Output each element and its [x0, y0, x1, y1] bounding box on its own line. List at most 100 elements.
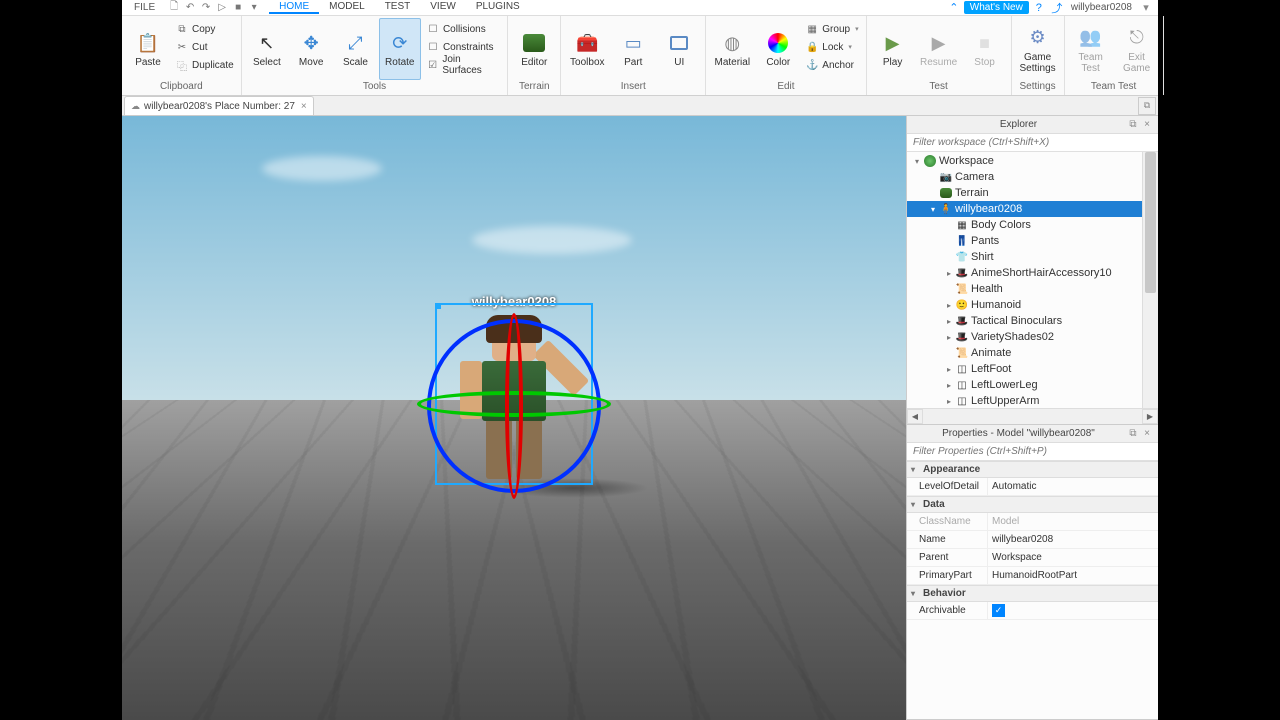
document-tab[interactable]: ☁ willybear0208's Place Number: 27 × [124, 96, 314, 115]
group-edit-label: Edit [710, 81, 861, 93]
tree-label: Health [971, 283, 1003, 295]
group-teamtest-label: Team Test [1069, 81, 1159, 93]
color-button[interactable]: Color [756, 18, 800, 80]
property-section-header[interactable]: ▾Behavior [907, 585, 1158, 602]
qat-more-icon[interactable]: ▾ [247, 1, 261, 15]
tree-row[interactable]: 📜Animate [907, 345, 1158, 361]
tab-model[interactable]: MODEL [319, 1, 375, 14]
run-icon[interactable]: ▷ [215, 1, 229, 15]
maximize-viewport-icon[interactable]: ⧉ [1138, 97, 1156, 115]
help-icon[interactable]: ? [1031, 0, 1047, 16]
explorer-close-icon[interactable]: × [1140, 118, 1154, 132]
tree-row[interactable]: Terrain [907, 185, 1158, 201]
property-section-header[interactable]: ▾Data [907, 496, 1158, 513]
tree-row[interactable]: 📜Health [907, 281, 1158, 297]
share-icon[interactable]: ⤴ [1049, 0, 1065, 16]
tree-row[interactable]: ▸◫LeftLowerLeg [907, 377, 1158, 393]
explorer-tree[interactable]: ▾Workspace📷CameraTerrain▾🧍willybear0208▦… [907, 152, 1158, 408]
property-row[interactable]: ClassNameModel [907, 513, 1158, 531]
collapse-ribbon-icon[interactable]: ⌃ [946, 0, 962, 16]
team-test-button[interactable]: 👥Team Test [1069, 18, 1113, 80]
lock-button[interactable]: 🔒Lock▾ [802, 38, 861, 56]
tree-row[interactable]: ▾🧍willybear0208 [907, 201, 1158, 217]
ribbon-tabs: HOME MODEL TEST VIEW PLUGINS [269, 1, 530, 14]
properties-close-icon[interactable]: × [1140, 427, 1154, 441]
property-row[interactable]: PrimaryPartHumanoidRootPart [907, 567, 1158, 585]
rotate-button[interactable]: ⟳Rotate [379, 18, 421, 80]
resume-button[interactable]: ▶Resume [917, 18, 961, 80]
user-label[interactable]: willybear0208 [1067, 2, 1136, 13]
undo-icon[interactable]: ↶ [183, 1, 197, 15]
play-button[interactable]: ▶Play [871, 18, 915, 80]
material-button[interactable]: ◍Material [710, 18, 754, 80]
explorer-undock-icon[interactable]: ⧉ [1126, 118, 1140, 132]
select-button[interactable]: ↖Select [246, 18, 288, 80]
property-row[interactable]: LevelOfDetailAutomatic [907, 478, 1158, 496]
collisions-toggle[interactable]: ☐Collisions [423, 20, 503, 38]
tree-row[interactable]: ▸🎩AnimeShortHairAccessory10 [907, 265, 1158, 281]
properties-undock-icon[interactable]: ⧉ [1126, 427, 1140, 441]
tree-row[interactable]: ▦Body Colors [907, 217, 1158, 233]
move-button[interactable]: ✥Move [290, 18, 332, 80]
menubar: FILE 🗋 ↶ ↷ ▷ ■ ▾ HOME MODEL TEST VIEW PL… [122, 0, 1158, 16]
explorer-hscroll[interactable]: ◀▶ [907, 408, 1158, 424]
group-insert-label: Insert [565, 81, 701, 93]
properties-grid[interactable]: ▾AppearanceLevelOfDetailAutomatic▾DataCl… [907, 461, 1158, 719]
tree-row[interactable]: ▾Workspace [907, 153, 1158, 169]
scale-button[interactable]: ⤢Scale [334, 18, 376, 80]
property-row[interactable]: ParentWorkspace [907, 549, 1158, 567]
viewport-3d[interactable]: willybear0208 [122, 116, 906, 720]
cut-button[interactable]: ✂Cut [172, 38, 237, 56]
join-surfaces-toggle[interactable]: ☑Join Surfaces [423, 56, 503, 74]
document-tabs: ☁ willybear0208's Place Number: 27 × ⧉ [122, 96, 1158, 116]
duplicate-button[interactable]: ⿻Duplicate [172, 56, 237, 74]
paste-button[interactable]: 📋Paste [126, 18, 170, 80]
ui-button[interactable]: UI [657, 18, 701, 80]
stop-icon[interactable]: ■ [231, 1, 245, 15]
property-row[interactable]: Namewillybear0208 [907, 531, 1158, 549]
whats-new-button[interactable]: What's New [964, 1, 1029, 14]
tree-row[interactable]: 📷Camera [907, 169, 1158, 185]
property-section-header[interactable]: ▾Appearance [907, 461, 1158, 478]
explorer-filter-input[interactable] [907, 134, 1158, 152]
group-test-label: Test [871, 81, 1007, 93]
tree-label: VarietyShades02 [971, 331, 1054, 343]
properties-filter-input[interactable] [907, 443, 1158, 461]
toolbox-button[interactable]: 🧰Toolbox [565, 18, 609, 80]
rotate-gizmo[interactable] [427, 319, 601, 493]
tab-view[interactable]: VIEW [420, 1, 466, 14]
close-tab-icon[interactable]: × [301, 101, 307, 112]
stop-button[interactable]: ■Stop [963, 18, 1007, 80]
tree-icon: ◫ [955, 394, 969, 408]
explorer-title: Explorer [911, 119, 1126, 130]
anchor-button[interactable]: ⚓Anchor [802, 56, 861, 74]
tree-icon: 📜 [955, 282, 969, 296]
tab-plugins[interactable]: PLUGINS [466, 1, 530, 14]
game-settings-button[interactable]: ⚙Game Settings [1016, 18, 1060, 80]
tree-label: Workspace [939, 155, 994, 167]
property-row[interactable]: Archivable✓ [907, 602, 1158, 620]
explorer-scrollbar[interactable] [1142, 152, 1158, 408]
group-button[interactable]: ▦Group▾ [802, 20, 861, 38]
part-button[interactable]: ▭Part [611, 18, 655, 80]
tree-icon: ▦ [955, 218, 969, 232]
tree-row[interactable]: ▸🎩Tactical Binoculars [907, 313, 1158, 329]
tree-row[interactable]: ▸◫LeftFoot [907, 361, 1158, 377]
checkbox-icon[interactable]: ✓ [992, 604, 1005, 617]
tab-test[interactable]: TEST [375, 1, 421, 14]
terrain-editor-button[interactable]: Editor [512, 18, 556, 80]
tab-home[interactable]: HOME [269, 1, 319, 14]
tree-row[interactable]: 👕Shirt [907, 249, 1158, 265]
tree-row[interactable]: ▸🙂Humanoid [907, 297, 1158, 313]
tree-row[interactable]: ▸◫LeftUpperArm [907, 393, 1158, 408]
user-menu-icon[interactable]: ▾ [1138, 0, 1154, 16]
menu-file[interactable]: FILE [126, 2, 163, 13]
tree-label: LeftUpperArm [971, 395, 1039, 407]
new-icon[interactable]: 🗋 [167, 1, 181, 15]
tree-icon: 🎩 [955, 330, 969, 344]
copy-button[interactable]: ⧉Copy [172, 20, 237, 38]
redo-icon[interactable]: ↷ [199, 1, 213, 15]
exit-game-button[interactable]: ⎋Exit Game [1115, 18, 1159, 80]
tree-row[interactable]: ▸🎩VarietyShades02 [907, 329, 1158, 345]
tree-row[interactable]: 👖Pants [907, 233, 1158, 249]
